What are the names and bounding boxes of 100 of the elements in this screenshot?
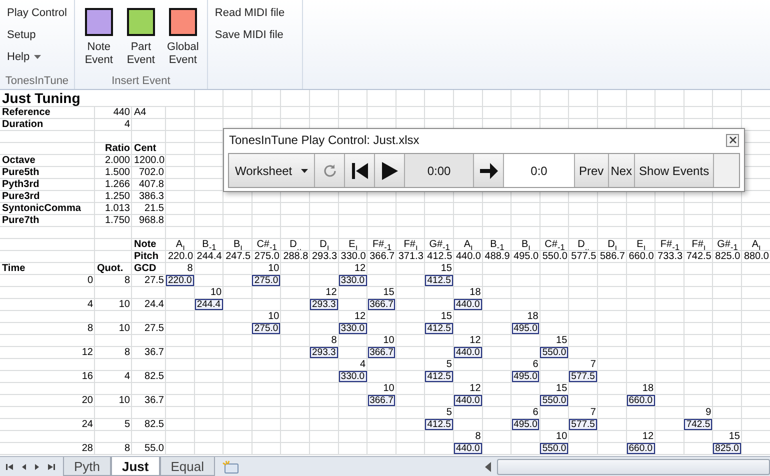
pitch-value: 275.0: [252, 275, 280, 286]
pitch-value: 495.0: [512, 323, 540, 334]
count-cell-text: 10: [382, 383, 396, 394]
count-cell-text: 6: [532, 407, 540, 418]
pitch-cell-text: 288.8: [282, 251, 310, 262]
interval-name: Pure3rd: [1, 191, 41, 202]
last-sheet-icon[interactable]: [47, 462, 55, 470]
note-name: B$_{-1}$: [489, 239, 506, 252]
count-cell-text: 7: [589, 359, 597, 370]
quotient-cell-text: 8: [123, 275, 131, 286]
time-cell-text: 0: [86, 275, 94, 286]
pitch-value: 440.0: [454, 395, 482, 406]
pitch-value: 660.0: [626, 443, 655, 454]
skip-to-start-icon: [350, 160, 370, 180]
pitch-value: 330.0: [338, 371, 367, 382]
pitch-cell-text: 488.9: [484, 251, 511, 262]
window-title: TonesInTune Play Control: Just.xlsx: [229, 133, 420, 147]
sheet-title: Just Tuning: [0, 90, 166, 106]
pitch-cell-text: 550.0: [541, 251, 568, 262]
note-name: A$_{ı}$: [750, 239, 762, 252]
count-cell-text: 8: [474, 431, 482, 442]
cent-cell-text: 21.5: [144, 203, 165, 214]
count-cell-text: 10: [267, 311, 280, 322]
go-button[interactable]: [474, 154, 504, 187]
pitch-value: 412.5: [425, 419, 453, 430]
pitch-value: 330.0: [338, 323, 367, 334]
ribbon-button[interactable]: Save MIDI file: [212, 25, 298, 45]
count-cell-text: 10: [382, 335, 396, 346]
pitch-value: 293.3: [310, 299, 338, 310]
gcd-cell-text: 24.4: [144, 299, 165, 310]
setting-unit: A4: [133, 107, 148, 118]
quotient-cell-text: 8: [123, 347, 131, 358]
pitch-cell-text: 275.0: [253, 251, 280, 262]
column-heading: Quot.: [96, 263, 124, 274]
count-cell-text: 15: [555, 335, 568, 346]
next-button[interactable]: Nex: [608, 154, 636, 187]
time-cell-text: 24: [80, 419, 94, 430]
pitch-value: 275.0: [252, 323, 280, 334]
pitch-value: 742.5: [684, 419, 712, 430]
ratio-cell-text: 1.500: [104, 167, 131, 178]
play-button[interactable]: [375, 154, 405, 187]
prev-button[interactable]: Prev: [575, 154, 609, 187]
count-cell-text: 15: [555, 383, 568, 394]
quotient-cell-text: 10: [118, 323, 131, 334]
position-field[interactable]: 0:0: [504, 154, 575, 187]
count-cell-text: 12: [324, 287, 338, 298]
count-cell-text: 15: [382, 287, 396, 298]
count-cell-text: 12: [468, 335, 482, 346]
count-cell-text: 18: [641, 383, 655, 394]
cent-cell-text: 386.3: [138, 191, 165, 202]
note-name: C#$_{-1}$: [256, 239, 278, 252]
setting-label: Reference: [1, 107, 52, 118]
count-cell-text: 15: [728, 431, 741, 442]
worksheet-dropdown[interactable]: Worksheet: [229, 154, 315, 187]
ribbon-button[interactable]: Play Control: [4, 3, 70, 23]
help-menu-button[interactable]: Help: [4, 47, 70, 67]
quotient-cell-text: 4: [123, 371, 131, 382]
show-events-button[interactable]: Show Events: [635, 154, 714, 187]
note-name: C#$_{-1}$: [544, 239, 566, 252]
pitch-cell-text: 220.0: [167, 251, 194, 262]
column-heading: Ratio: [104, 143, 131, 154]
quotient-cell-text: 10: [118, 299, 131, 310]
insert-event-button[interactable]: Note Event: [78, 8, 119, 73]
ribbon-button[interactable]: Read MIDI file: [212, 3, 298, 23]
next-sheet-icon[interactable]: [34, 462, 40, 470]
scroll-left-icon[interactable]: [485, 462, 491, 472]
count-cell-text: 8: [330, 335, 338, 346]
sheet-tab[interactable]: Equal: [160, 457, 215, 476]
insert-event-button[interactable]: Part Event: [120, 8, 161, 73]
ribbon-button[interactable]: Setup: [4, 25, 70, 45]
note-name: G#$_{-1}$: [716, 239, 739, 252]
pitch-value: 550.0: [540, 395, 568, 406]
ratio-cell-text: 1.250: [104, 191, 131, 202]
time-cell-text: 20: [80, 395, 94, 406]
pitch-value: 244.4: [194, 299, 223, 310]
quotient-cell-text: 8: [123, 443, 131, 454]
close-button[interactable]: [726, 134, 739, 146]
pitch-cell-text: 880.0: [742, 251, 770, 262]
pitch-cell-text: 495.0: [512, 251, 540, 262]
note-name: F#$_{ı}$: [402, 239, 419, 252]
pitch-value: 330.0: [338, 275, 367, 286]
note-name: D$_{ı}$: [606, 239, 618, 252]
new-sheet-icon[interactable]: [221, 460, 241, 474]
count-cell-text: 10: [209, 287, 223, 298]
note-name: A$_{ı}$: [174, 239, 186, 252]
first-sheet-icon[interactable]: [6, 462, 14, 470]
pitch-cell-text: 412.5: [426, 251, 454, 262]
time-cell-text: 8: [86, 323, 94, 334]
insert-event-button[interactable]: Global Event: [162, 8, 203, 73]
gcd-cell-text: 36.7: [144, 395, 165, 406]
pitch-value: 366.7: [368, 347, 396, 358]
rewind-button[interactable]: [345, 154, 375, 187]
pitch-value: 412.5: [425, 275, 453, 286]
pitch-cell-text: 293.3: [310, 251, 338, 262]
note-name: G#$_{-1}$: [428, 239, 451, 252]
previous-sheet-icon[interactable]: [21, 462, 27, 470]
sheet-tab[interactable]: Just: [111, 457, 160, 476]
pitch-value: 550.0: [540, 443, 568, 454]
interval-name: SyntonicComma: [1, 203, 82, 214]
sheet-tab[interactable]: Pyth: [63, 457, 112, 476]
